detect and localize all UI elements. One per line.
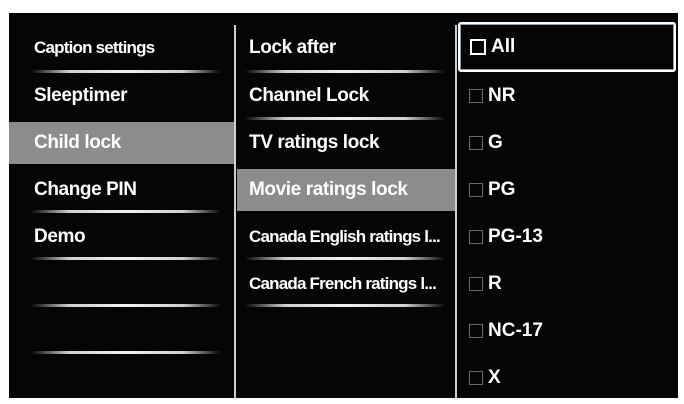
checkbox-icon[interactable] [469,89,483,103]
menu-item-caption-settings[interactable]: Caption settings [9,27,234,69]
submenu-item-movie-ratings-lock[interactable]: Movie ratings lock [237,169,455,211]
menu-item-change-pin[interactable]: Change PIN [9,169,234,211]
rating-option-r[interactable]: R [457,263,678,305]
checkbox-icon[interactable] [469,183,483,197]
submenu-item-label: Channel Lock [249,85,369,106]
checkbox-icon[interactable] [469,324,483,338]
rating-option-label: NC-17 [488,320,543,341]
rating-option-pg-13[interactable]: PG-13 [457,216,678,258]
submenu-item-canada-french-ratings-lock[interactable]: Canada French ratings l... [237,263,455,305]
tv-menu-screen: Caption settings Sleeptimer Child lock C… [9,13,678,398]
submenu-item-label: Movie ratings lock [249,179,408,200]
rating-option-label: NR [488,85,516,106]
menu-item-demo[interactable]: Demo [9,216,234,258]
separator [245,117,445,120]
checkbox-icon[interactable] [469,277,483,291]
menu-item-sleeptimer[interactable]: Sleeptimer [9,75,234,117]
submenu-item-label: Canada French ratings l... [249,274,437,293]
submenu-item-channel-lock[interactable]: Channel Lock [237,75,455,117]
rating-option-nr[interactable]: NR [457,75,678,117]
rating-option-label: G [488,132,503,153]
menu-item-label: Sleeptimer [34,85,128,106]
rating-option-x[interactable]: X [457,357,678,398]
rating-option-nc-17[interactable]: NC-17 [457,310,678,352]
separator [31,351,221,354]
menu-item-label: Demo [34,226,86,247]
checkbox-icon[interactable] [470,39,486,55]
submenu-item-label: TV ratings lock [249,132,380,153]
rating-option-label: PG-13 [488,226,543,247]
checkbox-icon[interactable] [469,371,483,385]
menu-item-label: Caption settings [34,38,155,57]
column-divider [234,25,236,398]
rating-option-pg[interactable]: PG [457,169,678,211]
submenu-item-canada-english-ratings-lock[interactable]: Canada English ratings l... [237,216,455,258]
submenu-item-lock-after[interactable]: Lock after [237,27,455,69]
submenu-item-tv-ratings-lock[interactable]: TV ratings lock [237,122,455,164]
separator [31,304,221,307]
rating-option-label: R [488,273,502,294]
menu-item-label: Child lock [34,132,121,153]
submenu-item-label: Canada English ratings l... [249,227,441,246]
menu-item-label: Change PIN [34,179,137,200]
menu-item-child-lock[interactable]: Child lock [9,122,234,164]
separator [31,70,221,73]
movie-ratings-list: All NR G PG PG-13 R NC-17 X [457,13,678,398]
separator [245,70,445,73]
rating-option-g[interactable]: G [457,122,678,164]
rating-option-all[interactable]: All [458,22,676,72]
main-menu: Caption settings Sleeptimer Child lock C… [9,13,234,398]
rating-option-label: All [491,36,516,57]
submenu-item-label: Lock after [249,37,336,58]
checkbox-icon[interactable] [469,230,483,244]
rating-option-label: PG [488,179,516,200]
checkbox-icon[interactable] [469,136,483,150]
child-lock-submenu: Lock after Channel Lock TV ratings lock … [237,13,455,398]
rating-option-label: X [488,367,501,388]
